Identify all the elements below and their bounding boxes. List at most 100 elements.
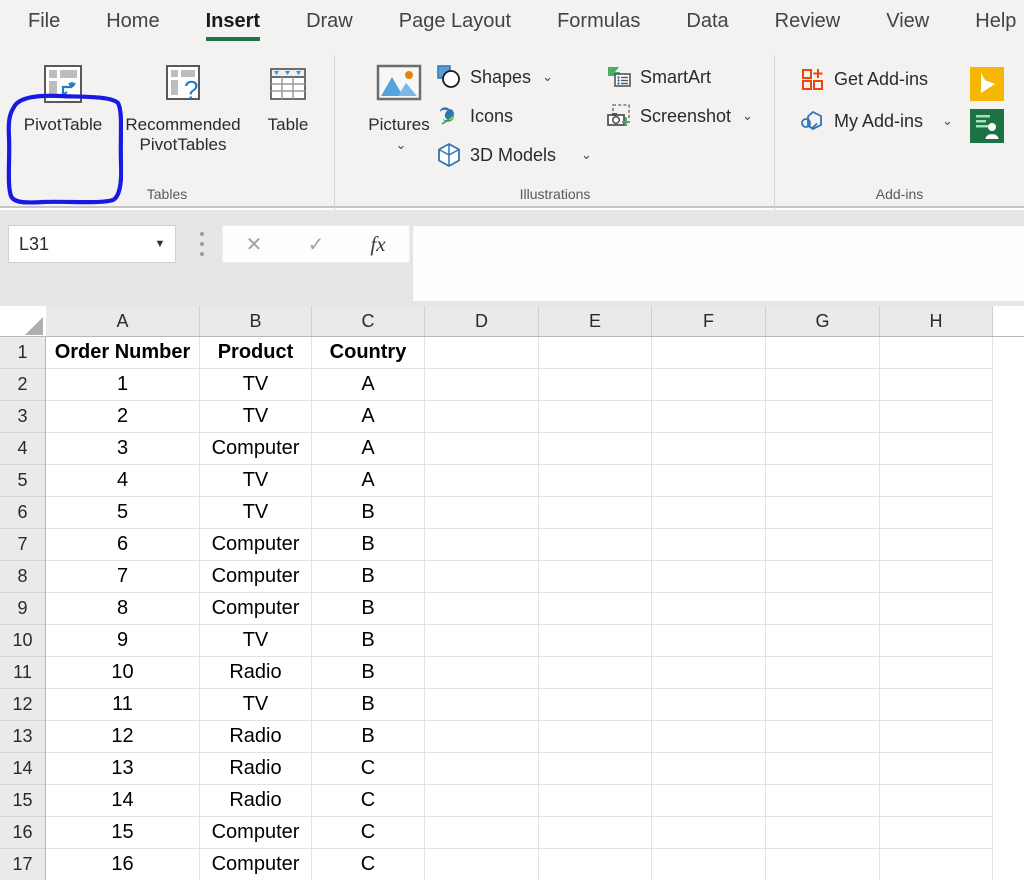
cell-B14[interactable]: Radio xyxy=(200,753,312,785)
cell-E11[interactable] xyxy=(539,657,652,689)
cell-D5[interactable] xyxy=(425,465,539,497)
cell-F11[interactable] xyxy=(652,657,766,689)
cell-B2[interactable]: TV xyxy=(200,369,312,401)
cell-H8[interactable] xyxy=(880,561,993,593)
column-header-A[interactable]: A xyxy=(46,306,200,337)
ribbon-tab-home[interactable]: Home xyxy=(106,10,159,37)
cell-F8[interactable] xyxy=(652,561,766,593)
cell-A15[interactable]: 14 xyxy=(46,785,200,817)
insert-function-button[interactable]: fx xyxy=(347,232,409,257)
cell-D13[interactable] xyxy=(425,721,539,753)
cell-A4[interactable]: 3 xyxy=(46,433,200,465)
cell-F7[interactable] xyxy=(652,529,766,561)
cell-H10[interactable] xyxy=(880,625,993,657)
header-cell-A1[interactable]: Order Number xyxy=(46,337,200,369)
cell-C13[interactable]: B xyxy=(312,721,425,753)
cell-D10[interactable] xyxy=(425,625,539,657)
cell-B8[interactable]: Computer xyxy=(200,561,312,593)
row-header-3[interactable]: 3 xyxy=(0,401,46,433)
cell-F13[interactable] xyxy=(652,721,766,753)
pivottable-button[interactable]: PivotTable xyxy=(12,55,114,135)
row-header-4[interactable]: 4 xyxy=(0,433,46,465)
ribbon-tab-draw[interactable]: Draw xyxy=(306,10,353,37)
cell-G12[interactable] xyxy=(766,689,880,721)
column-header-F[interactable]: F xyxy=(652,306,766,337)
row-header-10[interactable]: 10 xyxy=(0,625,46,657)
cell-C2[interactable]: A xyxy=(312,369,425,401)
ribbon-tab-view[interactable]: View xyxy=(886,10,929,37)
cell-H11[interactable] xyxy=(880,657,993,689)
cell-E1[interactable] xyxy=(539,337,652,369)
formula-input[interactable] xyxy=(412,225,1024,302)
pictures-chevron-down-icon[interactable]: ⌄ xyxy=(396,137,407,153)
column-header-H[interactable]: H xyxy=(880,306,993,337)
recommended-pivottables-button[interactable]: ? Recommended PivotTables xyxy=(118,55,248,155)
cell-C16[interactable]: C xyxy=(312,817,425,849)
cell-D6[interactable] xyxy=(425,497,539,529)
cell-H16[interactable] xyxy=(880,817,993,849)
row-header-14[interactable]: 14 xyxy=(0,753,46,785)
cell-G6[interactable] xyxy=(766,497,880,529)
header-cell-C1[interactable]: Country xyxy=(312,337,425,369)
cell-D4[interactable] xyxy=(425,433,539,465)
cell-G3[interactable] xyxy=(766,401,880,433)
row-header-12[interactable]: 12 xyxy=(0,689,46,721)
cell-C7[interactable]: B xyxy=(312,529,425,561)
column-header-G[interactable]: G xyxy=(766,306,880,337)
column-header-D[interactable]: D xyxy=(425,306,539,337)
cell-H12[interactable] xyxy=(880,689,993,721)
cell-B9[interactable]: Computer xyxy=(200,593,312,625)
cell-C5[interactable]: A xyxy=(312,465,425,497)
cell-G4[interactable] xyxy=(766,433,880,465)
cell-D3[interactable] xyxy=(425,401,539,433)
row-header-16[interactable]: 16 xyxy=(0,817,46,849)
cell-B15[interactable]: Radio xyxy=(200,785,312,817)
cell-E8[interactable] xyxy=(539,561,652,593)
pictures-button[interactable]: Pictures ⌄ xyxy=(357,55,441,153)
row-header-8[interactable]: 8 xyxy=(0,561,46,593)
cell-G8[interactable] xyxy=(766,561,880,593)
cell-H14[interactable] xyxy=(880,753,993,785)
ribbon-tab-page-layout[interactable]: Page Layout xyxy=(399,10,511,37)
cell-D16[interactable] xyxy=(425,817,539,849)
shapes-button[interactable]: Shapes ⌄ xyxy=(435,63,553,91)
cell-F16[interactable] xyxy=(652,817,766,849)
cell-A5[interactable]: 4 xyxy=(46,465,200,497)
ribbon-tab-formulas[interactable]: Formulas xyxy=(557,10,640,37)
cell-G17[interactable] xyxy=(766,849,880,880)
cell-C9[interactable]: B xyxy=(312,593,425,625)
cell-A3[interactable]: 2 xyxy=(46,401,200,433)
row-header-2[interactable]: 2 xyxy=(0,369,46,401)
cell-H15[interactable] xyxy=(880,785,993,817)
cell-A11[interactable]: 10 xyxy=(46,657,200,689)
cell-G5[interactable] xyxy=(766,465,880,497)
3d-models-button[interactable]: 3D Models ⌄ xyxy=(435,141,592,169)
cell-F3[interactable] xyxy=(652,401,766,433)
header-cell-B1[interactable]: Product xyxy=(200,337,312,369)
row-header-17[interactable]: 17 xyxy=(0,849,46,880)
cell-B11[interactable]: Radio xyxy=(200,657,312,689)
row-header-6[interactable]: 6 xyxy=(0,497,46,529)
cell-D1[interactable] xyxy=(425,337,539,369)
cell-C17[interactable]: C xyxy=(312,849,425,880)
cell-E17[interactable] xyxy=(539,849,652,880)
cell-E16[interactable] xyxy=(539,817,652,849)
get-addins-button[interactable]: Get Add-ins xyxy=(799,65,928,93)
cell-H13[interactable] xyxy=(880,721,993,753)
cell-B6[interactable]: TV xyxy=(200,497,312,529)
cell-H5[interactable] xyxy=(880,465,993,497)
cell-B17[interactable]: Computer xyxy=(200,849,312,880)
cell-G14[interactable] xyxy=(766,753,880,785)
cell-B10[interactable]: TV xyxy=(200,625,312,657)
ribbon-tab-review[interactable]: Review xyxy=(775,10,841,37)
ribbon-tab-data[interactable]: Data xyxy=(686,10,728,37)
cell-F14[interactable] xyxy=(652,753,766,785)
name-box-chevron-down-icon[interactable]: ▼ xyxy=(145,238,175,250)
cell-H4[interactable] xyxy=(880,433,993,465)
cell-C10[interactable]: B xyxy=(312,625,425,657)
confirm-entry-button[interactable]: ✓ xyxy=(285,232,347,257)
cell-E12[interactable] xyxy=(539,689,652,721)
cell-B16[interactable]: Computer xyxy=(200,817,312,849)
cell-B12[interactable]: TV xyxy=(200,689,312,721)
column-header-C[interactable]: C xyxy=(312,306,425,337)
